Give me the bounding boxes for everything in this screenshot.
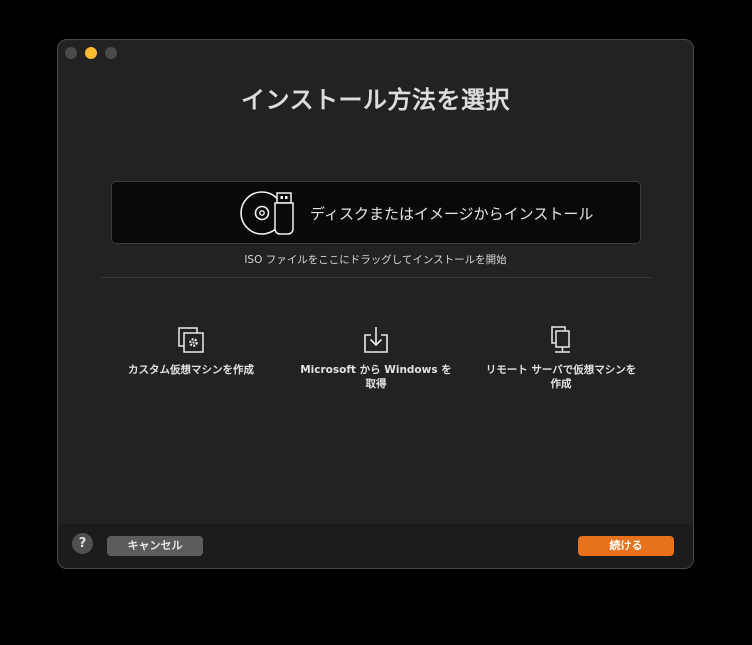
help-button[interactable]: ?	[72, 533, 93, 554]
option-get-windows[interactable]: Microsoft から Windows を取得	[296, 325, 456, 391]
download-icon	[364, 327, 388, 353]
option-custom-vm[interactable]: カスタム仮想マシンを作成	[111, 325, 271, 377]
window-controls	[65, 47, 117, 59]
cancel-button[interactable]: キャンセル	[107, 536, 203, 556]
option-remote-server[interactable]: リモート サーバで仮想マシンを作成	[481, 325, 641, 391]
option-remote-server-label: リモート サーバで仮想マシンを作成	[485, 364, 637, 390]
close-window-button[interactable]	[65, 47, 77, 59]
zoom-window-button[interactable]	[105, 47, 117, 59]
remote-server-icon	[551, 326, 570, 353]
custom-vm-gear-icon	[178, 327, 204, 353]
footer-bar: ? キャンセル 続ける	[58, 524, 693, 568]
option-custom-vm-label: カスタム仮想マシンを作成	[128, 364, 254, 376]
install-from-disk-dropzone[interactable]: ディスクまたはイメージからインストール	[111, 181, 641, 244]
section-divider	[101, 277, 652, 278]
option-get-windows-label: Microsoft から Windows を取得	[300, 364, 452, 390]
dropzone-hint: ISO ファイルをここにドラッグしてインストールを開始	[244, 254, 507, 266]
page-title: インストール方法を選択	[240, 86, 511, 114]
minimize-window-button[interactable]	[85, 47, 97, 59]
install-method-window: インストール方法を選択 ディスクまたはイメージからインストール ISO ファイル…	[57, 39, 694, 569]
dropzone-label: ディスクまたはイメージからインストール	[310, 205, 594, 223]
continue-button[interactable]: 続ける	[578, 536, 674, 556]
disk-and-usb-icon	[240, 191, 294, 235]
